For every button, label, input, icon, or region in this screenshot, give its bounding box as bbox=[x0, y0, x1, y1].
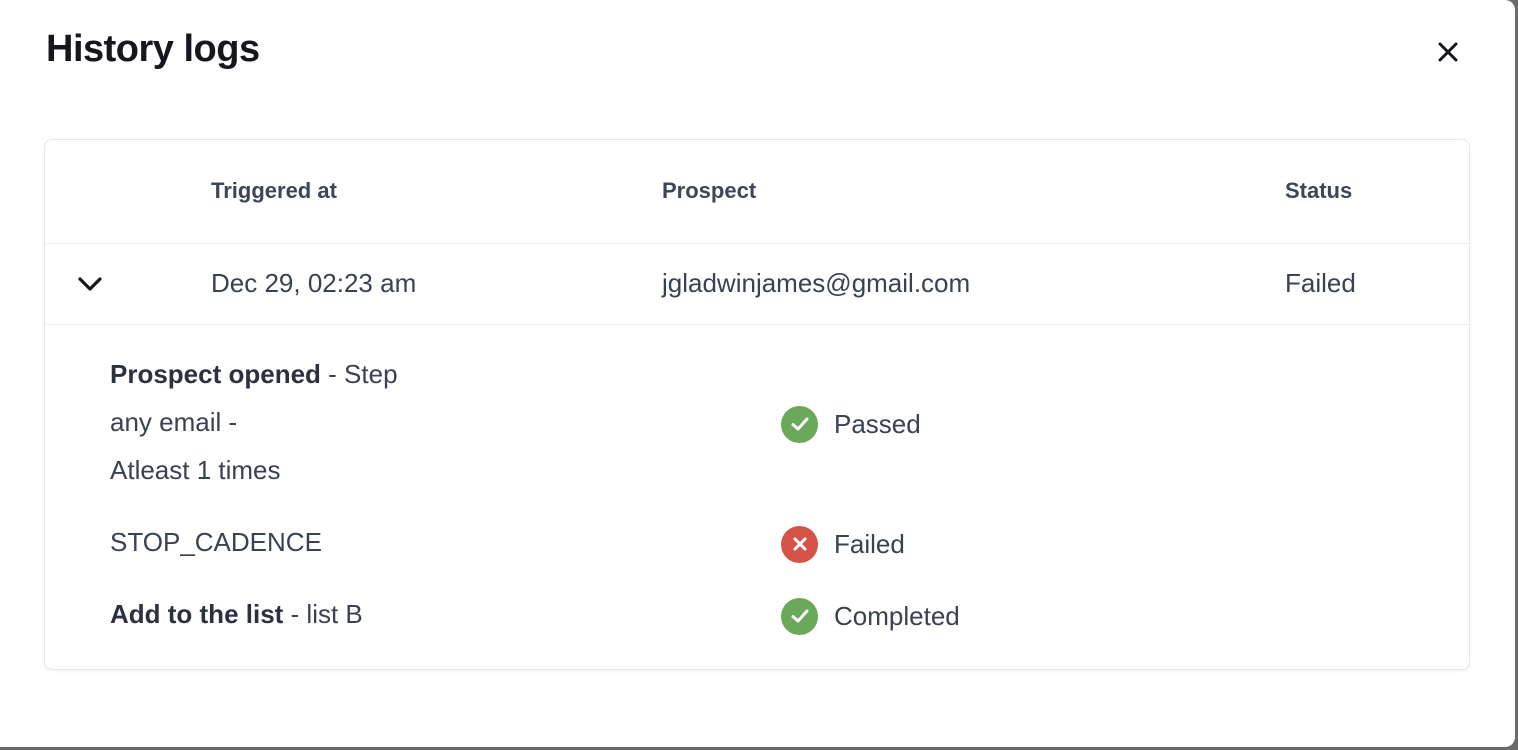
detail-add-to-list-value: - list B bbox=[283, 599, 363, 629]
table-header: Triggered at Prospect Status bbox=[45, 140, 1469, 244]
check-circle-icon bbox=[781, 405, 818, 443]
detail-trigger-status-label: Passed bbox=[834, 408, 921, 439]
modal-title: History logs bbox=[46, 28, 260, 70]
detail-add-to-list: Add to the list - list B bbox=[110, 599, 363, 630]
detail-add-to-list-status: Completed bbox=[781, 597, 960, 635]
detail-trigger-line1: Prospect opened - Step bbox=[110, 359, 398, 390]
column-header-triggered-at: Triggered at bbox=[211, 178, 337, 203]
table-row[interactable]: Dec 29, 02:23 am jgladwinjames@gmail.com… bbox=[45, 243, 1469, 325]
detail-add-to-list-status-label: Completed bbox=[834, 600, 960, 631]
detail-trigger-title: Prospect opened bbox=[110, 359, 321, 389]
prospect-email-cell: jgladwinjames@gmail.com bbox=[662, 268, 971, 298]
column-header-status: Status bbox=[1285, 178, 1353, 203]
triggered-at-cell: Dec 29, 02:23 am bbox=[211, 268, 417, 298]
detail-trigger-step: - Step bbox=[320, 359, 398, 389]
expand-row-button[interactable] bbox=[73, 267, 107, 301]
column-header-prospect: Prospect bbox=[662, 178, 757, 203]
detail-trigger-line3: Atleast 1 times bbox=[110, 455, 281, 485]
history-logs-modal: History logs Triggered at Prospect Statu… bbox=[0, 0, 1515, 747]
chevron-down-icon bbox=[78, 277, 102, 291]
close-icon bbox=[1438, 42, 1458, 62]
check-circle-icon bbox=[781, 597, 818, 635]
history-table: Triggered at Prospect Status Dec 29, 02:… bbox=[44, 139, 1470, 670]
detail-trigger-status: Passed bbox=[781, 405, 921, 443]
detail-add-to-list-title: Add to the list bbox=[110, 599, 284, 629]
detail-stop-cadence-status: Failed bbox=[781, 525, 905, 563]
detail-stop-cadence-status-label: Failed bbox=[834, 528, 905, 559]
detail-stop-cadence: STOP_CADENCE bbox=[110, 527, 322, 557]
detail-trigger-line2: any email - bbox=[110, 407, 238, 437]
status-cell: Failed bbox=[1285, 268, 1356, 298]
x-circle-icon bbox=[781, 525, 818, 563]
close-button[interactable] bbox=[1431, 35, 1465, 69]
